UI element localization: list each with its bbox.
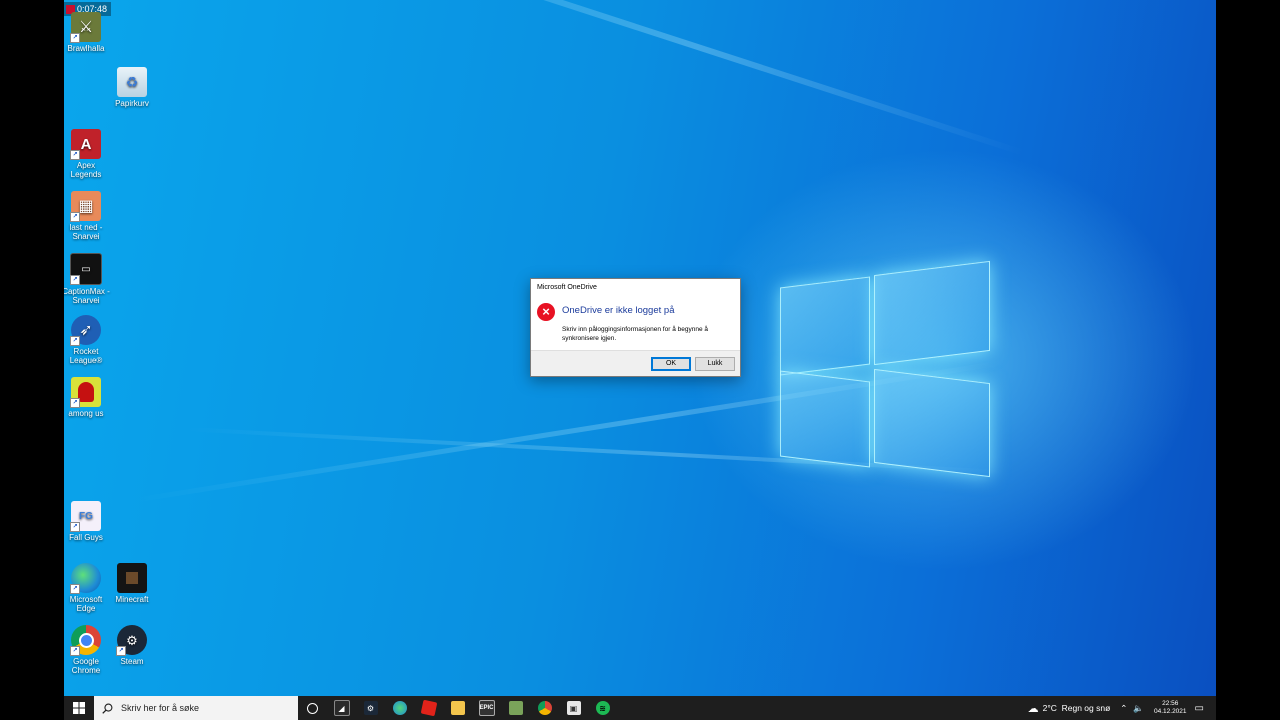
desktop-icon-label: among us (68, 409, 104, 418)
dialog-footer: OK Lukk (531, 350, 740, 376)
epic-launcher-icon: EPIC (478, 700, 495, 716)
notification-icon[interactable]: ▭ (1195, 703, 1204, 714)
image-file-icon: ▦ ↗ (70, 191, 101, 222)
chevron-up-icon[interactable]: ⌃ (1120, 703, 1127, 714)
chrome-icon: ↗ (70, 625, 101, 656)
error-icon: × (537, 303, 555, 321)
desktop-icon-google-chrome[interactable]: ↗ Google Chrome (64, 625, 111, 675)
steam-icon: ⚙ ↗ (116, 625, 147, 656)
spotify-icon: ≋ (595, 701, 610, 715)
desktop-icon-label: Brawlhalla (67, 44, 105, 53)
folder-icon (450, 701, 465, 715)
steam-icon: ⚙ (363, 701, 378, 715)
minecraft-icon (508, 701, 523, 715)
taskbar-app-roblox[interactable] (414, 696, 443, 720)
taskbar-app-minecraft[interactable] (501, 696, 530, 720)
taskbar-app-store[interactable]: ▣ (559, 696, 588, 720)
desktop-icon-label: Rocket League® (69, 347, 103, 365)
desktop-icon-fall-guys[interactable]: FG ↗ Fall Guys (64, 501, 111, 542)
dialog-heading: OneDrive er ikke logget på (562, 305, 675, 316)
desktop-icon-label: Apex Legends (70, 161, 102, 179)
desktop-icon-label: Fall Guys (69, 533, 103, 542)
desktop-icon-among-us[interactable]: ↗ among us (64, 377, 111, 418)
store-icon: ▣ (566, 701, 581, 715)
desktop-icon-captionmax[interactable]: ▭ ↗ CaptionMax - Snarvei (64, 253, 111, 305)
taskbar: Skriv her for å søke ◢ ⚙ EPIC ▣ ≋ ☁ 2°C … (64, 696, 1216, 720)
taskbar-search[interactable]: Skriv her for å søke (94, 696, 298, 720)
clock[interactable]: 22:56 04.12.2021 (1154, 700, 1187, 716)
desktop-icon-apex-legends[interactable]: A ↗ Apex Legends (64, 129, 111, 179)
taskbar-app-epic-games[interactable]: ◢ (327, 696, 356, 720)
close-button[interactable]: Lukk (695, 357, 735, 371)
edge-icon (392, 701, 407, 715)
clock-date: 04.12.2021 (1154, 708, 1187, 715)
chrome-icon (537, 701, 552, 715)
clock-time: 22:56 (1162, 700, 1179, 707)
taskbar-app-spotify[interactable]: ≋ (588, 696, 617, 720)
among-us-icon: ↗ (70, 377, 101, 408)
desktop-icon-label: Papirkurv (115, 99, 149, 108)
minecraft-icon (117, 563, 147, 593)
taskbar-app-steam[interactable]: ⚙ (356, 696, 385, 720)
fall-guys-icon: FG ↗ (70, 501, 101, 532)
desktop-icon-rocket-league[interactable]: ➶ ↗ Rocket League® (64, 315, 111, 365)
system-tray: ☁ 2°C Regn og snø ⌃ 🔈 22:56 04.12.2021 ▭ (1028, 696, 1216, 720)
desktop-icon-label: Steam (120, 657, 144, 666)
taskbar-app-file-explorer[interactable] (443, 696, 472, 720)
windows-logo-wallpaper (780, 252, 992, 478)
desktop-icon-label: Microsoft Edge (69, 595, 103, 613)
roblox-icon (420, 699, 437, 717)
windows-start-icon (73, 702, 85, 714)
rocket-league-icon: ➶ ↗ (70, 315, 101, 346)
taskbar-app-chrome[interactable] (530, 696, 559, 720)
task-view-button[interactable] (298, 696, 327, 720)
edge-icon: ↗ (70, 563, 101, 594)
desktop-icon-label: Google Chrome (71, 657, 101, 675)
taskbar-app-epic-launcher[interactable]: EPIC (472, 696, 501, 720)
ok-button[interactable]: OK (651, 357, 691, 371)
desktop-icon-label: Minecraft (115, 595, 149, 604)
desktop-icon-label: CaptionMax - Snarvei (64, 287, 110, 305)
desktop-icon-last-ned[interactable]: ▦ ↗ last ned - Snarvei (64, 191, 111, 241)
weather-icon: ☁ (1027, 702, 1039, 715)
desktop-icon-label: last ned - Snarvei (69, 223, 103, 241)
desktop-icon-microsoft-edge[interactable]: ↗ Microsoft Edge (64, 563, 111, 613)
search-placeholder: Skriv her for å søke (121, 703, 200, 713)
brawlhalla-icon: ⚔ ↗ (70, 12, 101, 43)
start-button[interactable] (64, 696, 94, 720)
desktop-icon-steam[interactable]: ⚙ ↗ Steam (107, 625, 157, 666)
recycle-bin-icon: ♻ (117, 67, 147, 97)
apex-legends-icon: A ↗ (70, 129, 101, 160)
volume-icon[interactable]: 🔈 (1133, 703, 1144, 714)
search-icon (102, 703, 113, 714)
dialog-title: Microsoft OneDrive (537, 284, 597, 291)
desktop-icon-minecraft[interactable]: Minecraft (107, 563, 157, 604)
onedrive-dialog: Microsoft OneDrive × OneDrive er ikke lo… (530, 278, 741, 377)
dialog-message: Skriv inn påloggingsinformasjonen for å … (562, 326, 708, 342)
wallpaper-beam (205, 0, 1025, 156)
desktop-icon-recycle-bin[interactable]: ♻ Papirkurv (107, 67, 157, 108)
taskbar-app-edge[interactable] (385, 696, 414, 720)
epic-games-icon: ◢ (333, 700, 350, 716)
cortana-icon (307, 702, 318, 714)
desktop-icon-brawlhalla[interactable]: ⚔ ↗ Brawlhalla (64, 12, 111, 53)
weather-text[interactable]: 2°C Regn og snø (1043, 703, 1111, 713)
desktop: 0:07:48 ⚔ ↗ Brawlhalla ♻ Papirkurv A ↗ Ape… (64, 0, 1216, 720)
captionmax-icon: ▭ ↗ (70, 253, 102, 285)
